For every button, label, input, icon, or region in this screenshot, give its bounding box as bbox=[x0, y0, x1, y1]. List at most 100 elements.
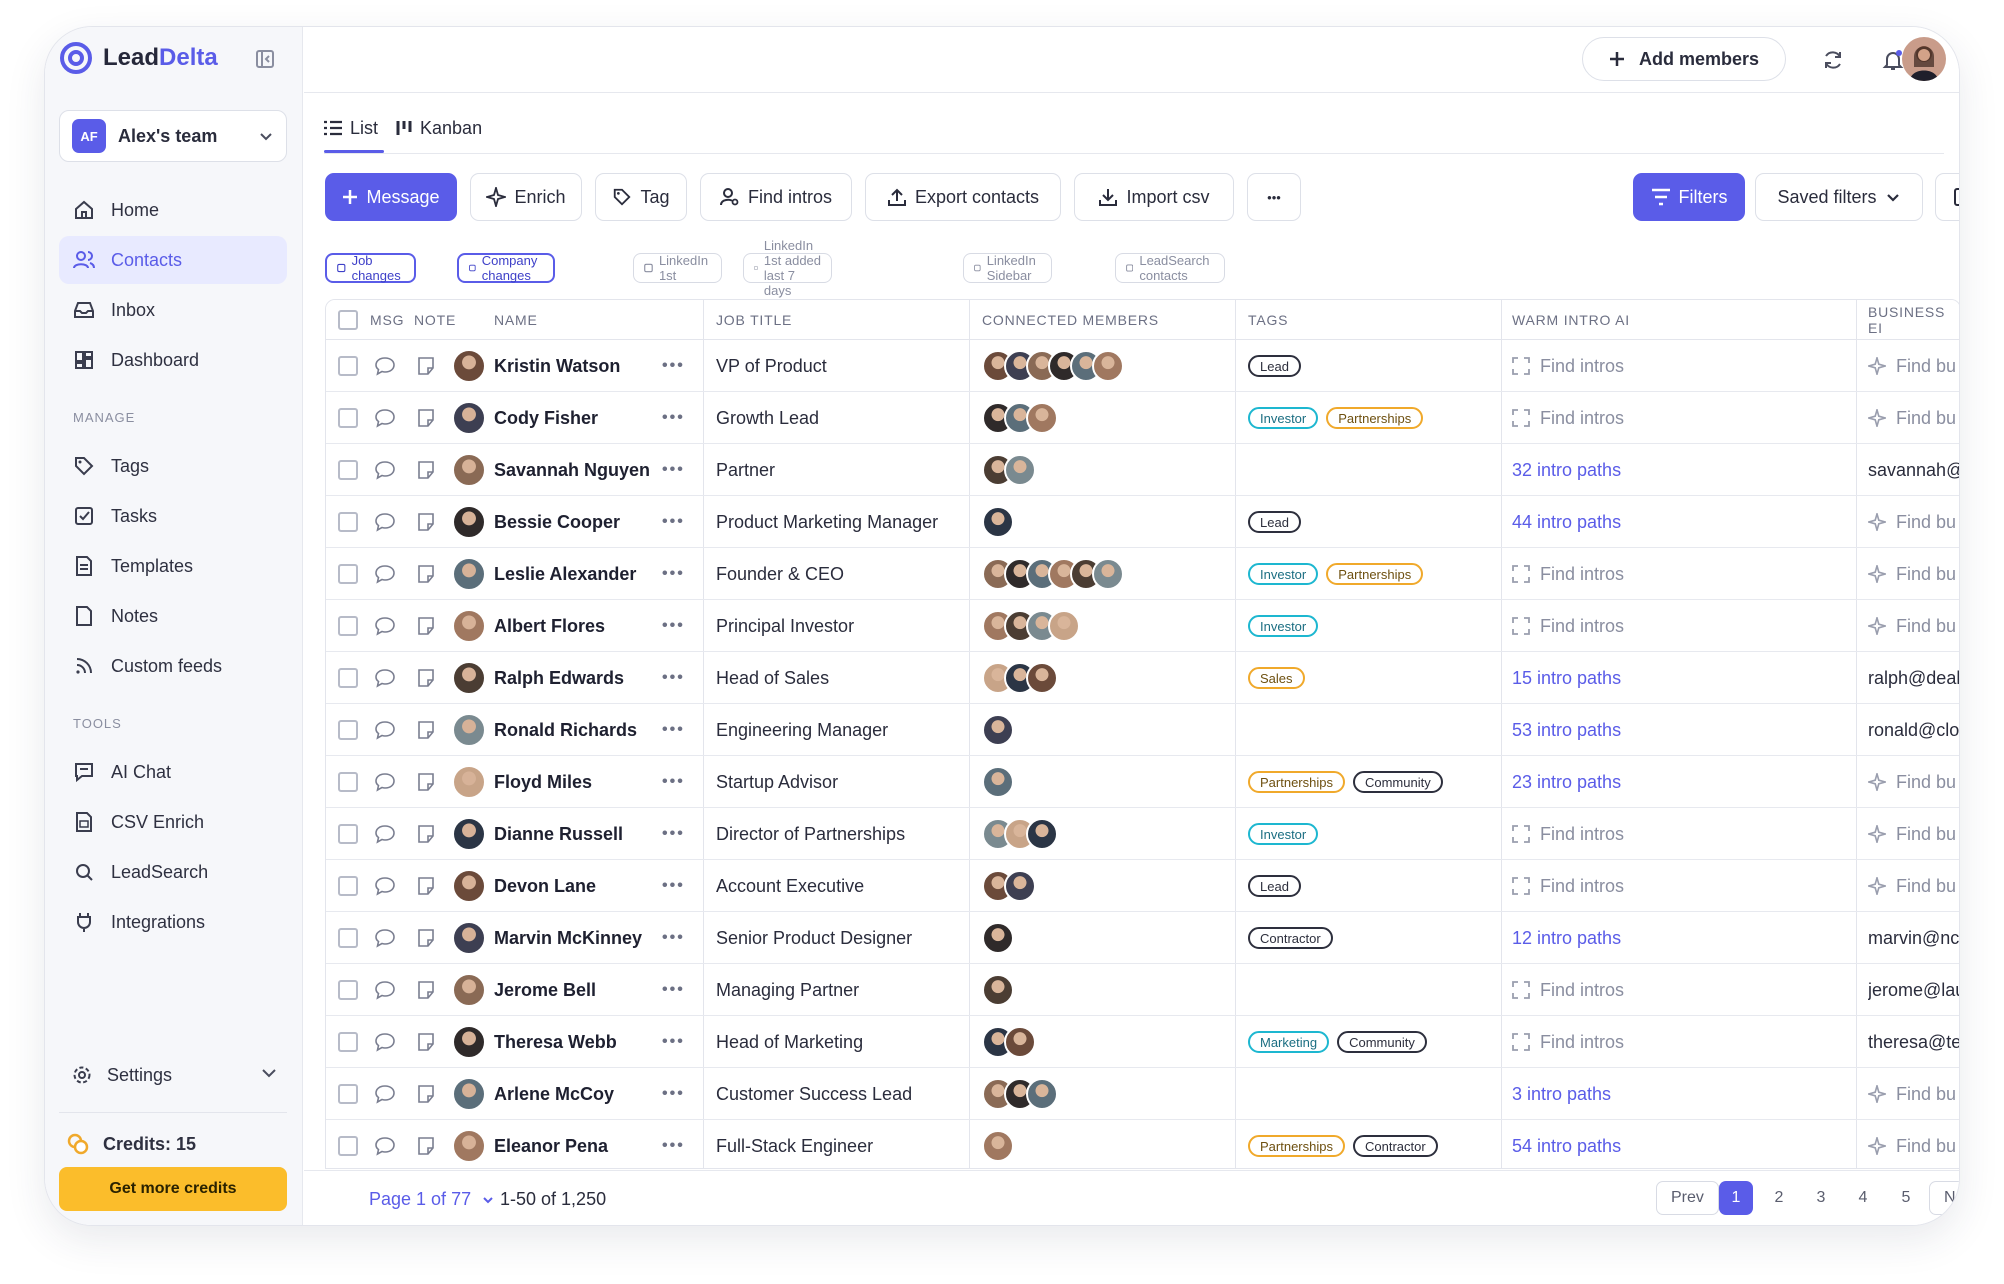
chip-company-changes[interactable]: Company changes bbox=[457, 253, 555, 283]
tag-badge[interactable]: Sales bbox=[1248, 667, 1305, 689]
contact-name[interactable]: Theresa Webb bbox=[494, 1016, 617, 1068]
message-icon[interactable] bbox=[374, 860, 396, 912]
find-business-email-action[interactable]: Find bu bbox=[1868, 408, 1956, 429]
row-actions-button[interactable]: ••• bbox=[662, 340, 685, 392]
find-business-email-action[interactable]: Find bu bbox=[1868, 356, 1956, 377]
prev-page-button[interactable]: Prev bbox=[1656, 1181, 1719, 1215]
row-checkbox[interactable] bbox=[338, 860, 358, 912]
find-business-email-action[interactable]: Find bu bbox=[1868, 876, 1956, 897]
connected-members-stack[interactable] bbox=[982, 392, 1058, 444]
table-row[interactable]: Savannah Nguyen ••• Partner 32 intro pat… bbox=[326, 444, 1959, 496]
table-row[interactable]: Albert Flores ••• Principal Investor Inv… bbox=[326, 600, 1959, 652]
tag-button[interactable]: Tag bbox=[595, 173, 687, 221]
connected-members-stack[interactable] bbox=[982, 964, 1014, 1016]
find-intros-action[interactable]: Find intros bbox=[1512, 980, 1624, 1001]
message-icon[interactable] bbox=[374, 496, 396, 548]
user-avatar[interactable] bbox=[1902, 37, 1946, 81]
member-avatar[interactable] bbox=[1026, 402, 1058, 434]
table-row[interactable]: Arlene McCoy ••• Customer Success Lead 3… bbox=[326, 1068, 1959, 1120]
row-actions-button[interactable]: ••• bbox=[662, 964, 685, 1016]
bell-icon[interactable] bbox=[1882, 49, 1904, 71]
logo[interactable]: LeadDelta bbox=[59, 41, 218, 75]
connected-members-stack[interactable] bbox=[982, 340, 1124, 392]
contact-name[interactable]: Cody Fisher bbox=[494, 392, 598, 444]
row-checkbox[interactable] bbox=[338, 808, 358, 860]
intro-paths-link[interactable]: 15 intro paths bbox=[1512, 668, 1621, 689]
member-avatar[interactable] bbox=[1004, 870, 1036, 902]
find-business-email-action[interactable]: Find bu bbox=[1868, 824, 1956, 845]
tag-badge[interactable]: Investor bbox=[1248, 615, 1319, 637]
message-icon[interactable] bbox=[374, 340, 396, 392]
find-business-email-action[interactable]: Find bu bbox=[1868, 1136, 1956, 1157]
page-button-3[interactable]: 3 bbox=[1804, 1181, 1838, 1215]
find-intros-action[interactable]: Find intros bbox=[1512, 616, 1624, 637]
contact-avatar[interactable] bbox=[452, 964, 486, 1016]
row-checkbox[interactable] bbox=[338, 964, 358, 1016]
contact-avatar[interactable] bbox=[452, 1016, 486, 1068]
settings-menu[interactable]: Settings bbox=[59, 1055, 287, 1095]
message-icon[interactable] bbox=[374, 444, 396, 496]
table-row[interactable]: Theresa Webb ••• Head of Marketing Marke… bbox=[326, 1016, 1959, 1068]
member-avatar[interactable] bbox=[1026, 1078, 1058, 1110]
row-actions-button[interactable]: ••• bbox=[662, 704, 685, 756]
find-intros-button[interactable]: Find intros bbox=[700, 173, 852, 221]
import-csv-button[interactable]: Import csv bbox=[1074, 173, 1234, 221]
connected-members-stack[interactable] bbox=[982, 548, 1124, 600]
table-row[interactable]: Ronald Richards ••• Engineering Manager … bbox=[326, 704, 1959, 756]
message-icon[interactable] bbox=[374, 964, 396, 1016]
contact-name[interactable]: Ronald Richards bbox=[494, 704, 637, 756]
row-checkbox[interactable] bbox=[338, 1016, 358, 1068]
filters-button[interactable]: Filters bbox=[1633, 173, 1745, 221]
table-row[interactable]: Marvin McKinney ••• Senior Product Desig… bbox=[326, 912, 1959, 964]
tag-badge[interactable]: Lead bbox=[1248, 875, 1301, 897]
tag-badge[interactable]: Community bbox=[1337, 1031, 1427, 1053]
nav-custom-feeds[interactable]: Custom feeds bbox=[59, 642, 287, 690]
nav-csv-enrich[interactable]: CSV Enrich bbox=[59, 798, 287, 846]
member-avatar[interactable] bbox=[1026, 662, 1058, 694]
enrich-button[interactable]: Enrich bbox=[470, 173, 582, 221]
intro-paths-link[interactable]: 23 intro paths bbox=[1512, 772, 1621, 793]
business-email[interactable]: ralph@deal bbox=[1868, 668, 1959, 689]
next-page-button[interactable]: Next bbox=[1929, 1181, 1959, 1215]
connected-members-stack[interactable] bbox=[982, 600, 1080, 652]
col-warm-intro[interactable]: WARM INTRO AI bbox=[1512, 300, 1630, 340]
member-avatar[interactable] bbox=[982, 974, 1014, 1006]
intro-paths-link[interactable]: 32 intro paths bbox=[1512, 460, 1621, 481]
contact-avatar[interactable] bbox=[452, 1120, 486, 1168]
contact-name[interactable]: Eleanor Pena bbox=[494, 1120, 608, 1168]
contact-avatar[interactable] bbox=[452, 912, 486, 964]
tag-badge[interactable]: Community bbox=[1352, 771, 1443, 793]
tag-badge[interactable]: Investor bbox=[1248, 823, 1319, 845]
member-avatar[interactable] bbox=[982, 1130, 1014, 1162]
contact-avatar[interactable] bbox=[452, 1068, 486, 1120]
tag-badge[interactable]: Investor bbox=[1248, 407, 1319, 429]
connected-members-stack[interactable] bbox=[982, 444, 1036, 496]
connected-members-stack[interactable] bbox=[982, 1016, 1036, 1068]
nav-tasks[interactable]: Tasks bbox=[59, 492, 287, 540]
note-icon[interactable] bbox=[416, 600, 436, 652]
contact-avatar[interactable] bbox=[452, 808, 486, 860]
row-checkbox[interactable] bbox=[338, 912, 358, 964]
row-actions-button[interactable]: ••• bbox=[662, 756, 685, 808]
table-row[interactable]: Leslie Alexander ••• Founder & CEO Inves… bbox=[326, 548, 1959, 600]
note-icon[interactable] bbox=[416, 1120, 436, 1168]
contact-name[interactable]: Floyd Miles bbox=[494, 756, 592, 808]
tag-badge[interactable]: Contractor bbox=[1352, 1135, 1438, 1157]
table-row[interactable]: Floyd Miles ••• Startup Advisor Partners… bbox=[326, 756, 1959, 808]
message-icon[interactable] bbox=[374, 1016, 396, 1068]
tag-badge[interactable]: Contractor bbox=[1248, 927, 1333, 949]
message-icon[interactable] bbox=[374, 704, 396, 756]
connected-members-stack[interactable] bbox=[982, 808, 1058, 860]
find-intros-action[interactable]: Find intros bbox=[1512, 876, 1624, 897]
note-icon[interactable] bbox=[416, 548, 436, 600]
contact-name[interactable]: Arlene McCoy bbox=[494, 1068, 614, 1120]
message-icon[interactable] bbox=[374, 652, 396, 704]
note-icon[interactable] bbox=[416, 340, 436, 392]
note-icon[interactable] bbox=[416, 652, 436, 704]
row-checkbox[interactable] bbox=[338, 548, 358, 600]
col-job-title[interactable]: JOB TITLE bbox=[716, 300, 792, 340]
note-icon[interactable] bbox=[416, 808, 436, 860]
nav-notes[interactable]: Notes bbox=[59, 592, 287, 640]
intro-paths-link[interactable]: 53 intro paths bbox=[1512, 720, 1621, 741]
contact-avatar[interactable] bbox=[452, 756, 486, 808]
